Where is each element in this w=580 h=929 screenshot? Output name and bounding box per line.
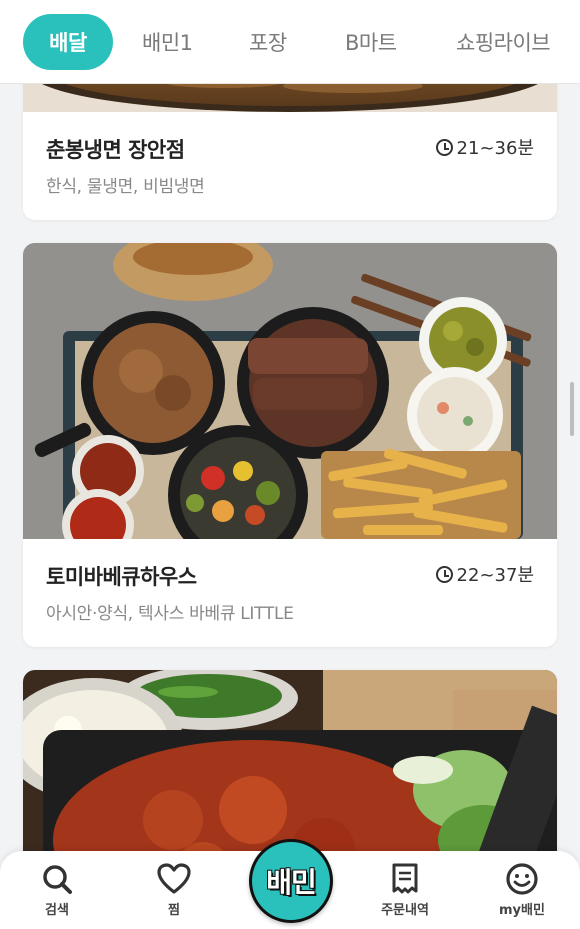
nav-search-label: 검색 xyxy=(45,903,69,918)
nav-search[interactable]: 검색 xyxy=(12,863,102,918)
tab-baemin1[interactable]: 배민1 xyxy=(142,14,193,70)
nav-my[interactable]: my배민 xyxy=(477,863,567,918)
smiley-icon xyxy=(506,863,538,895)
heart-icon xyxy=(157,863,191,894)
tab-bmart[interactable]: B마트 xyxy=(345,14,397,70)
nav-my-label: my배민 xyxy=(499,903,545,918)
store-name: 토미바베큐하우스 xyxy=(46,565,197,589)
store-card-chunbong[interactable]: 춘봉냉면 장안점 21~36분 한식, 물냉면, 비빔냉면 xyxy=(23,72,557,220)
tab-pickup[interactable]: 포장 xyxy=(249,14,287,70)
store-card-tomi-bbq[interactable]: 토미바베큐하우스 22~37분 아시안·양식, 텍사스 바베큐 LITTLE xyxy=(23,243,557,647)
tab-shopping-live[interactable]: 쇼핑라이브 xyxy=(456,14,551,70)
scrollbar[interactable] xyxy=(570,382,574,436)
baemin-home-button[interactable]: 배민 xyxy=(249,839,333,923)
store-categories: 한식, 물냉면, 비빔냉면 xyxy=(46,177,205,197)
store-categories: 아시안·양식, 텍사스 바베큐 LITTLE xyxy=(46,604,294,624)
delivery-time-value: 22~37분 xyxy=(456,565,534,586)
store-name: 춘봉냉면 장안점 xyxy=(46,138,185,162)
nav-orders-label: 주문내역 xyxy=(381,903,429,918)
tab-delivery[interactable]: 배달 xyxy=(23,13,113,70)
nav-favorites-label: 찜 xyxy=(168,903,180,918)
clock-icon xyxy=(435,138,453,156)
delivery-time-value: 21~36분 xyxy=(456,138,534,159)
nav-favorites[interactable]: 찜 xyxy=(129,863,219,918)
nav-orders[interactable]: 주문내역 xyxy=(360,863,450,918)
receipt-icon xyxy=(392,863,418,894)
store-photo xyxy=(23,243,557,539)
search-icon xyxy=(43,865,72,894)
baemin-logo-text: 배민 xyxy=(266,866,317,899)
delivery-time: 21~36분 xyxy=(435,134,534,160)
clock-icon xyxy=(435,565,453,583)
delivery-time: 22~37분 xyxy=(435,561,534,587)
top-tab-bar: 배달 배민1 포장 B마트 쇼핑라이브 xyxy=(0,0,580,84)
